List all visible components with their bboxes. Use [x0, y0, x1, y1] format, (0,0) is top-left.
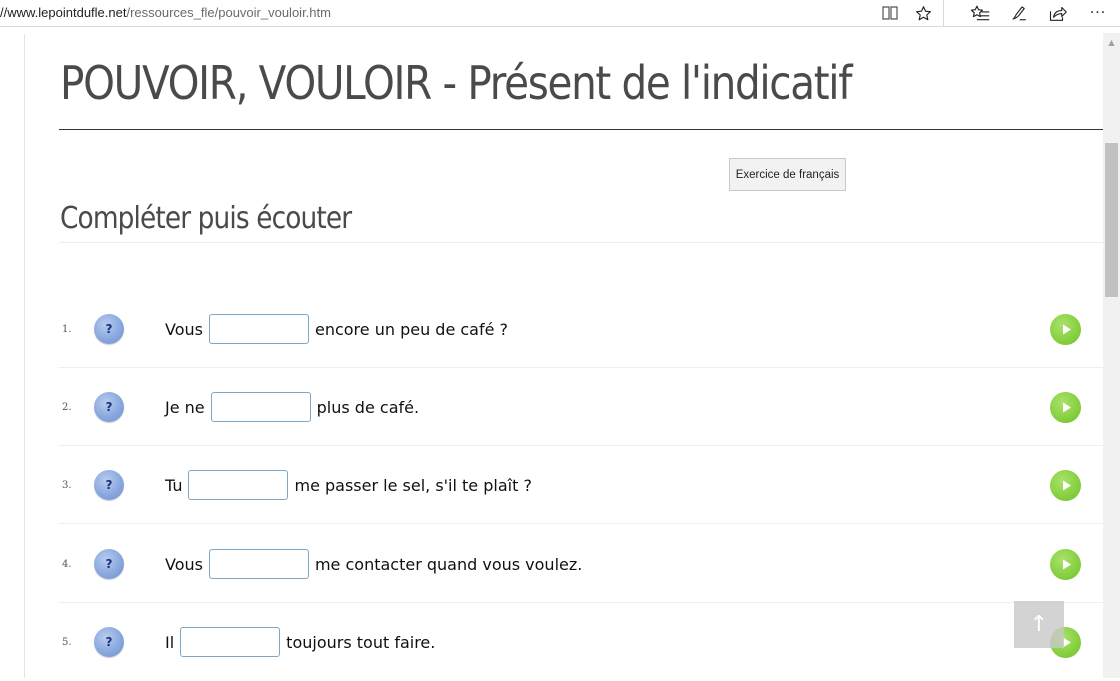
play-icon: [1062, 480, 1071, 491]
exercise-number: 3.: [62, 479, 72, 491]
url-path: /ressources_fle/pouvoir_vouloir.htm: [126, 5, 331, 20]
sentence-before: Tu: [165, 475, 183, 495]
question-icon: ?: [105, 635, 113, 649]
exercise-number: 5.: [62, 636, 72, 648]
sentence-after: toujours tout faire.: [286, 632, 436, 652]
exercise-button[interactable]: Exercice de français: [729, 158, 846, 191]
scroll-up-arrow-icon[interactable]: ▲: [1103, 35, 1120, 49]
hint-button[interactable]: ?: [94, 314, 124, 344]
sentence-before: Je ne: [165, 397, 205, 417]
back-to-top-button[interactable]: ↑: [1014, 601, 1064, 648]
share-icon[interactable]: [1047, 2, 1069, 24]
page-title: POUVOIR, VOULOIR - Présent de l'indicati…: [60, 56, 852, 110]
exercise-row: 2. ? Je ne plus de café.: [59, 368, 1103, 446]
section-title: Compléter puis écouter: [60, 201, 352, 236]
exercise-sentence: Je ne plus de café.: [165, 368, 419, 446]
play-icon: [1062, 324, 1071, 335]
exercise-sentence: Il toujours tout faire.: [165, 603, 435, 681]
answer-input[interactable]: [208, 314, 309, 344]
play-icon: [1062, 402, 1071, 413]
exercise-number: 2.: [62, 401, 72, 413]
exercise-sentence: Vous me contacter quand vous voulez.: [165, 525, 582, 603]
sentence-before: Il: [165, 632, 175, 652]
exercise-number: 1.: [62, 323, 72, 335]
question-icon: ?: [105, 400, 113, 414]
scroll-thumb[interactable]: [1105, 143, 1118, 297]
sentence-after: me contacter quand vous voulez.: [314, 554, 583, 574]
play-button[interactable]: [1050, 470, 1081, 501]
exercise-number: 4.: [62, 558, 72, 570]
title-divider: [59, 129, 1103, 130]
book-icon[interactable]: [879, 2, 901, 24]
section-divider: [59, 242, 1103, 243]
question-icon: ?: [105, 478, 113, 492]
hint-button[interactable]: ?: [94, 470, 124, 500]
play-button[interactable]: [1050, 392, 1081, 423]
exercise-sentence: Tu me passer le sel, s'il te plaît ?: [165, 446, 532, 524]
exercise-row: 5. ? Il toujours tout faire.: [59, 603, 1103, 681]
browser-toolbar: //www.lepointdufle.net/ressources_fle/po…: [0, 0, 1120, 27]
play-icon: [1062, 559, 1071, 570]
sentence-before: Vous: [165, 554, 203, 574]
play-button[interactable]: [1050, 549, 1081, 580]
address-bar[interactable]: //www.lepointdufle.net/ressources_fle/po…: [0, 5, 331, 20]
answer-input[interactable]: [188, 470, 289, 500]
sentence-after: plus de café.: [316, 397, 420, 417]
star-icon[interactable]: [912, 2, 934, 24]
question-icon: ?: [105, 322, 113, 336]
answer-input[interactable]: [180, 627, 281, 657]
arrow-up-icon: ↑: [1029, 612, 1049, 637]
play-button[interactable]: [1050, 314, 1081, 345]
exercise-row: 3. ? Tu me passer le sel, s'il te plaît …: [59, 446, 1103, 524]
more-icon[interactable]: ···: [1087, 2, 1109, 24]
exercise-row: 1. ? Vous encore un peu de café ?: [59, 290, 1103, 368]
favorites-list-icon[interactable]: [969, 2, 991, 24]
row-divider: [59, 523, 1103, 524]
hint-button[interactable]: ?: [94, 392, 124, 422]
pen-icon[interactable]: [1008, 2, 1030, 24]
exercise-sentence: Vous encore un peu de café ?: [165, 290, 508, 368]
answer-input[interactable]: [208, 549, 309, 579]
toolbar-divider: [943, 0, 944, 26]
question-icon: ?: [105, 557, 113, 571]
hint-button[interactable]: ?: [94, 549, 124, 579]
sentence-after: me passer le sel, s'il te plaît ?: [294, 475, 532, 495]
sentence-after: encore un peu de café ?: [314, 319, 509, 339]
sentence-before: Vous: [165, 319, 203, 339]
exercise-row: 4. ? Vous me contacter quand vous voulez…: [59, 525, 1103, 603]
answer-input[interactable]: [210, 392, 311, 422]
page-left-border: [24, 34, 25, 678]
vertical-scrollbar[interactable]: ▲: [1103, 33, 1120, 678]
hint-button[interactable]: ?: [94, 627, 124, 657]
url-domain: //www.lepointdufle.net: [0, 5, 127, 20]
